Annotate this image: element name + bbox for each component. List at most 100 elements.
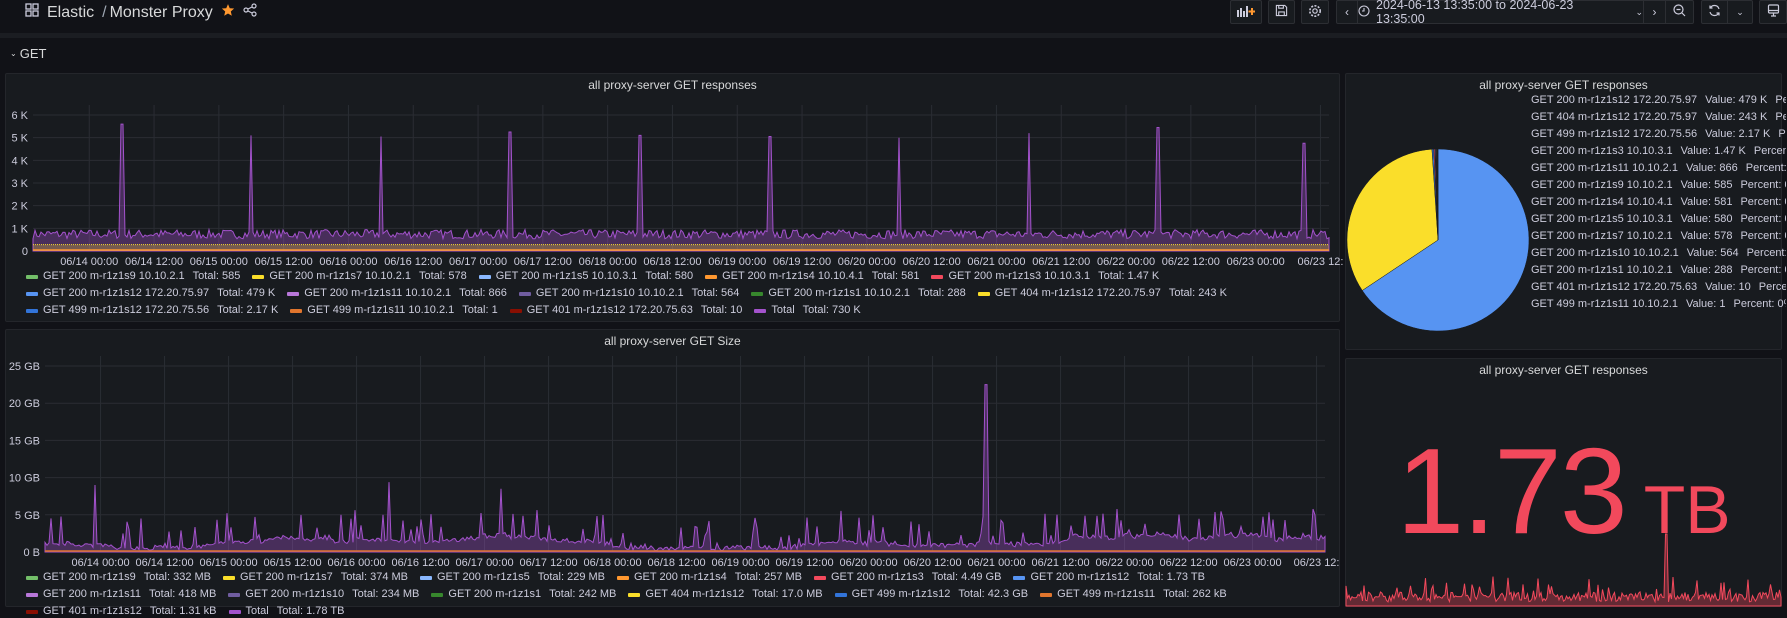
panel-get-responses-stat: all proxy-server GET responses 1.73TB: [1345, 358, 1782, 607]
tv-mode-button[interactable]: [1759, 0, 1787, 24]
refresh-button[interactable]: [1701, 0, 1728, 24]
legend-item[interactable]: GET 499 m-r1z1s11Total: 262 kB: [1040, 588, 1227, 601]
legend-item[interactable]: GET 200 m-r1z1s1Total: 242 MB: [431, 588, 616, 601]
legend-item[interactable]: Total Total: 1.78 TB: [229, 605, 345, 618]
legend-stat: Total: 1.78 TB: [277, 605, 345, 618]
legend-item[interactable]: GET 200 m-r1z1s7 10.10.2.1Value: 578Perc…: [1526, 228, 1786, 245]
panel-title[interactable]: all proxy-server GET responses: [6, 78, 1339, 92]
save-button[interactable]: [1268, 0, 1295, 24]
chevron-down-icon: ⌄: [1736, 7, 1744, 18]
legend-item[interactable]: GET 200 m-r1z1s11 10.10.2.1Value: 866Per…: [1526, 160, 1786, 177]
legend-item[interactable]: GET 200 m-r1z1s10 10.10.2.1Total: 564: [519, 287, 739, 300]
legend-item[interactable]: GET 200 m-r1z1s10 10.10.2.1Value: 564Per…: [1526, 245, 1786, 262]
series-color-swatch: [617, 576, 629, 580]
legend-item[interactable]: GET 200 m-r1z1s5 10.10.3.1Total: 580: [479, 270, 693, 283]
legend-label: GET 200 m-r1z1s12 172.20.75.97: [1531, 92, 1697, 109]
panel-title[interactable]: all proxy-server GET responses: [1346, 363, 1781, 377]
legend-item[interactable]: GET 200 m-r1z1s9Total: 332 MB: [26, 571, 211, 584]
star-icon[interactable]: [221, 3, 235, 22]
legend-label: GET 200 m-r1z1s10 10.10.2.1: [1531, 245, 1679, 262]
legend-label: GET 200 m-r1z1s5 10.10.3.1: [1531, 211, 1673, 228]
chevron-down-icon: ⌄: [10, 49, 17, 58]
legend-item[interactable]: GET 200 m-r1z1s9 10.10.2.1Total: 585: [26, 270, 240, 283]
legend-item[interactable]: GET 200 m-r1z1s1 10.10.2.1Value: 288Perc…: [1526, 262, 1786, 279]
legend-item[interactable]: GET 200 m-r1z1s12 172.20.75.97Value: 479…: [1526, 92, 1786, 109]
legend-item[interactable]: GET 200 m-r1z1s11 10.10.2.1Total: 866: [287, 287, 507, 300]
legend-item[interactable]: GET 401 m-r1z1s12 172.20.75.63Total: 10: [510, 304, 743, 317]
legend-percent: Percent: 0%: [1746, 160, 1786, 177]
series-color-swatch: [229, 610, 241, 614]
legend-value: Value: 243 K: [1705, 109, 1767, 126]
legend-item[interactable]: GET 200 m-r1z1s4 10.10.4.1Value: 581Perc…: [1526, 194, 1786, 211]
time-range-button[interactable]: 2024-06-13 13:35:00 to 2024-06-23 13:35:…: [1358, 1, 1644, 23]
legend-stat: Total: 332 MB: [144, 571, 211, 584]
legend-item[interactable]: GET 401 m-r1z1s12Total: 1.31 kB: [26, 605, 217, 618]
legend-item[interactable]: GET 499 m-r1z1s12 172.20.75.56Total: 2.1…: [26, 304, 278, 317]
row-get[interactable]: ⌄ GET: [10, 46, 46, 61]
legend-item[interactable]: GET 200 m-r1z1s4Total: 257 MB: [617, 571, 802, 584]
legend-item[interactable]: GET 200 m-r1z1s10Total: 234 MB: [228, 588, 419, 601]
legend-item[interactable]: GET 499 m-r1z1s11 10.10.2.1Total: 1: [290, 304, 497, 317]
panel-title[interactable]: all proxy-server GET responses: [1346, 78, 1781, 92]
series-color-swatch: [751, 292, 763, 296]
legend-label: GET 404 m-r1z1s12 172.20.75.97: [995, 287, 1161, 300]
legend-percent: Percer: [1775, 109, 1786, 126]
legend-stat: Total: 42.3 GB: [958, 588, 1028, 601]
legend-label: Total: [246, 605, 269, 618]
legend-item[interactable]: GET 499 m-r1z1s12 172.20.75.56Value: 2.1…: [1526, 126, 1786, 143]
legend-item[interactable]: GET 200 m-r1z1s1 10.10.2.1Total: 288: [751, 287, 965, 300]
legend-stat: Total: 374 MB: [341, 571, 408, 584]
legend-item[interactable]: GET 200 m-r1z1s9 10.10.2.1Value: 585Perc…: [1526, 177, 1786, 194]
legend-item[interactable]: GET 200 m-r1z1s12Total: 1.73 TB: [1013, 571, 1205, 584]
legend-item[interactable]: GET 200 m-r1z1s4 10.10.4.1Total: 581: [705, 270, 919, 283]
legend-item[interactable]: GET 200 m-r1z1s3 10.10.3.1Total: 1.47 K: [931, 270, 1159, 283]
clock-icon: [1358, 5, 1370, 20]
panel-title[interactable]: all proxy-server GET Size: [6, 334, 1339, 348]
legend-item[interactable]: GET 200 m-r1z1s5Total: 229 MB: [420, 571, 605, 584]
legend-item[interactable]: GET 404 m-r1z1s12Total: 17.0 MB: [628, 588, 822, 601]
legend-item[interactable]: GET 404 m-r1z1s12 172.20.75.97Value: 243…: [1526, 109, 1786, 126]
settings-icon: [1308, 4, 1322, 21]
legend-stat: Total: 1.47 K: [1098, 270, 1159, 283]
legend-value: Value: 866: [1686, 160, 1738, 177]
share-icon[interactable]: [243, 3, 257, 22]
legend-stat: Total: 866: [459, 287, 507, 300]
legend-item[interactable]: GET 499 m-r1z1s11 10.10.2.1Value: 1Perce…: [1526, 296, 1786, 313]
settings-button[interactable]: [1301, 0, 1329, 24]
legend: GET 200 m-r1z1s9Total: 332 MB GET 200 m-r…: [26, 571, 1329, 618]
legend-stat: Total: 10: [701, 304, 743, 317]
legend-stat: Total: 418 MB: [149, 588, 216, 601]
legend: GET 200 m-r1z1s9 10.10.2.1Total: 585 GET …: [26, 270, 1329, 317]
apps-icon[interactable]: [25, 3, 39, 22]
legend-item[interactable]: GET 404 m-r1z1s12 172.20.75.97Total: 243…: [978, 287, 1227, 300]
time-back-button[interactable]: ‹: [1337, 1, 1358, 23]
series-color-swatch: [628, 593, 640, 597]
folder-link[interactable]: Elastic: [47, 4, 94, 22]
legend-stat: Total: 479 K: [217, 287, 275, 300]
series-color-swatch: [510, 309, 522, 313]
legend-item[interactable]: GET 200 m-r1z1s11Total: 418 MB: [26, 588, 216, 601]
legend-label: GET 499 m-r1z1s12 172.20.75.56: [43, 304, 209, 317]
time-forward-button[interactable]: ›: [1644, 1, 1666, 23]
legend-percent: Percent: 0%: [1747, 245, 1786, 262]
add-panel-button[interactable]: [1230, 0, 1262, 24]
legend-item[interactable]: GET 200 m-r1z1s7 10.10.2.1Total: 578: [252, 270, 466, 283]
legend-label: Total: [771, 304, 794, 317]
legend-label: GET 200 m-r1z1s4: [634, 571, 727, 584]
legend-label: GET 401 m-r1z1s12: [43, 605, 142, 618]
legend-item[interactable]: GET 200 m-r1z1s7Total: 374 MB: [223, 571, 408, 584]
refresh-interval-dropdown[interactable]: ⌄: [1727, 0, 1753, 24]
dashboard-title[interactable]: Monster Proxy: [110, 4, 213, 22]
legend-item[interactable]: GET 200 m-r1z1s3Total: 4.49 GB: [814, 571, 1001, 584]
legend-item[interactable]: GET 200 m-r1z1s12 172.20.75.97Total: 479…: [26, 287, 275, 300]
legend-item[interactable]: GET 499 m-r1z1s12Total: 42.3 GB: [835, 588, 1029, 601]
legend-item[interactable]: GET 401 m-r1z1s12 172.20.75.63Value: 10P…: [1526, 279, 1786, 296]
legend-stat: Total: 564: [692, 287, 740, 300]
legend-item[interactable]: GET 200 m-r1z1s3 10.10.3.1Value: 1.47 KP…: [1526, 143, 1786, 160]
legend-percent: Percent: 0%: [1754, 143, 1786, 160]
legend-percent: Percent: 0: [1759, 279, 1786, 296]
legend-item[interactable]: TotalTotal: 730 K: [754, 304, 860, 317]
legend-item[interactable]: GET 200 m-r1z1s5 10.10.3.1Value: 580Perc…: [1526, 211, 1786, 228]
series-color-swatch: [26, 576, 38, 580]
zoom-out-button[interactable]: [1666, 1, 1693, 23]
